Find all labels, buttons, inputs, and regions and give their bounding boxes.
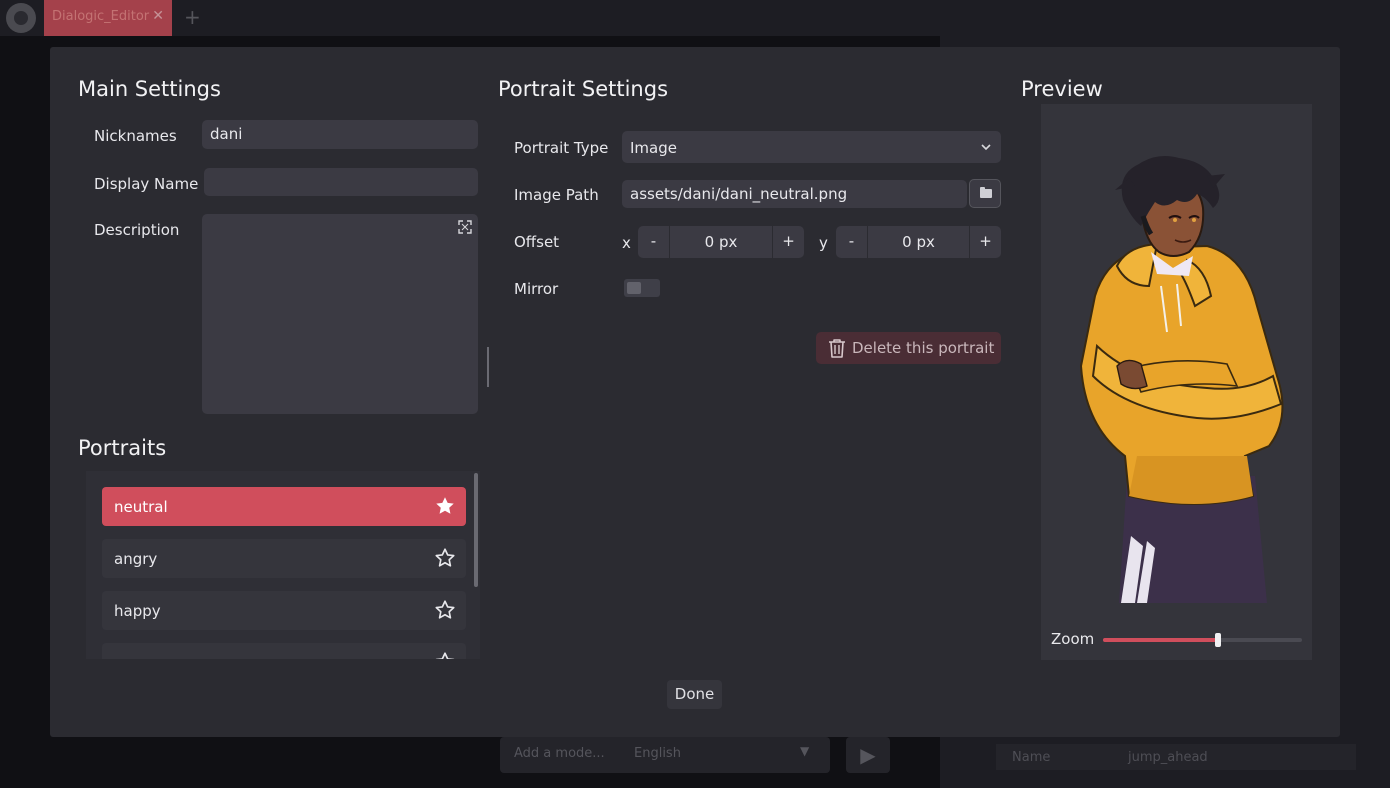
zoom-label: Zoom bbox=[1051, 630, 1095, 648]
gear-icon[interactable] bbox=[6, 3, 36, 33]
portrait-name: angry bbox=[114, 550, 158, 568]
portrait-name: neutral bbox=[114, 498, 168, 516]
portrait-settings-title: Portrait Settings bbox=[498, 77, 669, 101]
portrait-list: neutral angry happy bbox=[86, 471, 480, 659]
offset-x-value[interactable]: 0 px bbox=[670, 226, 772, 258]
offset-y-decrement[interactable]: - bbox=[836, 226, 868, 258]
star-outline-icon[interactable] bbox=[434, 599, 456, 621]
portraits-title: Portraits bbox=[78, 436, 167, 460]
close-icon[interactable]: ✕ bbox=[152, 8, 164, 24]
folder-icon bbox=[980, 187, 992, 198]
display-name-label: Display Name bbox=[94, 175, 199, 193]
description-label: Description bbox=[94, 221, 180, 239]
panel-splitter[interactable] bbox=[487, 347, 489, 387]
portrait-type-select[interactable]: Image bbox=[622, 131, 1001, 163]
offset-y-label: y bbox=[819, 234, 828, 252]
star-outline-icon[interactable] bbox=[434, 547, 456, 569]
chevron-down-icon: ▼ bbox=[800, 744, 810, 758]
main-settings-title: Main Settings bbox=[78, 77, 221, 101]
trash-icon bbox=[829, 339, 845, 358]
preview-panel: Zoom bbox=[1041, 104, 1312, 660]
delete-portrait-label: Delete this portrait bbox=[852, 339, 995, 357]
tab-dialogic-editor[interactable]: Dialogic_Editor ✕ bbox=[44, 0, 172, 36]
image-path-input[interactable]: assets/dani/dani_neutral.png bbox=[622, 180, 967, 208]
offset-y-value[interactable]: 0 px bbox=[868, 226, 969, 258]
star-outline-icon[interactable] bbox=[434, 651, 456, 659]
done-button[interactable]: Done bbox=[667, 680, 722, 709]
character-portrait-image bbox=[1079, 156, 1284, 603]
browse-folder-button[interactable] bbox=[969, 179, 1001, 208]
portrait-list-scrollbar[interactable] bbox=[474, 473, 478, 587]
offset-y-increment[interactable]: + bbox=[969, 226, 1001, 258]
add-tab-button[interactable]: + bbox=[184, 5, 201, 29]
portrait-type-value: Image bbox=[630, 139, 677, 157]
name-label: Name bbox=[1012, 750, 1051, 765]
zoom-slider[interactable] bbox=[1103, 633, 1302, 647]
mirror-toggle[interactable] bbox=[624, 279, 660, 297]
list-item[interactable]: neutral bbox=[102, 487, 466, 526]
nicknames-input[interactable]: dani bbox=[202, 120, 478, 149]
play-button[interactable]: ▶ bbox=[846, 737, 890, 773]
offset-label: Offset bbox=[514, 233, 560, 251]
name-value[interactable]: jump_ahead bbox=[1128, 750, 1208, 765]
expand-icon[interactable] bbox=[458, 220, 472, 234]
list-item[interactable]: happy bbox=[102, 591, 466, 630]
offset-x-label: x bbox=[622, 234, 631, 252]
portrait-name: happy bbox=[114, 602, 161, 620]
offset-x-increment[interactable]: + bbox=[772, 226, 804, 258]
chevron-down-icon bbox=[981, 144, 991, 151]
language-selector[interactable]: English bbox=[634, 746, 681, 761]
description-textarea[interactable] bbox=[202, 214, 478, 414]
nicknames-label: Nicknames bbox=[94, 127, 177, 145]
image-path-label: Image Path bbox=[514, 186, 599, 204]
zoom-slider-fill bbox=[1103, 638, 1219, 642]
offset-y-stepper: - 0 px + bbox=[836, 226, 1001, 258]
offset-x-stepper: - 0 px + bbox=[638, 226, 804, 258]
character-portrait-dialog: Main Settings Nicknames dani Display Nam… bbox=[50, 47, 1340, 737]
list-item[interactable] bbox=[102, 643, 466, 659]
delete-portrait-button[interactable]: Delete this portrait bbox=[816, 332, 1001, 364]
editor-tab-bar: Dialogic_Editor ✕ + bbox=[0, 0, 1390, 36]
portrait-type-label: Portrait Type bbox=[514, 139, 609, 157]
offset-x-decrement[interactable]: - bbox=[638, 226, 670, 258]
display-name-input[interactable] bbox=[204, 168, 478, 196]
mirror-label: Mirror bbox=[514, 280, 559, 298]
mode-selector[interactable]: Add a mode... bbox=[514, 746, 605, 761]
toggle-knob bbox=[627, 282, 641, 294]
star-filled-icon[interactable] bbox=[434, 495, 456, 517]
list-item[interactable]: angry bbox=[102, 539, 466, 578]
preview-title: Preview bbox=[1021, 77, 1103, 101]
zoom-slider-handle[interactable] bbox=[1215, 633, 1222, 647]
tab-label: Dialogic_Editor bbox=[52, 9, 150, 24]
